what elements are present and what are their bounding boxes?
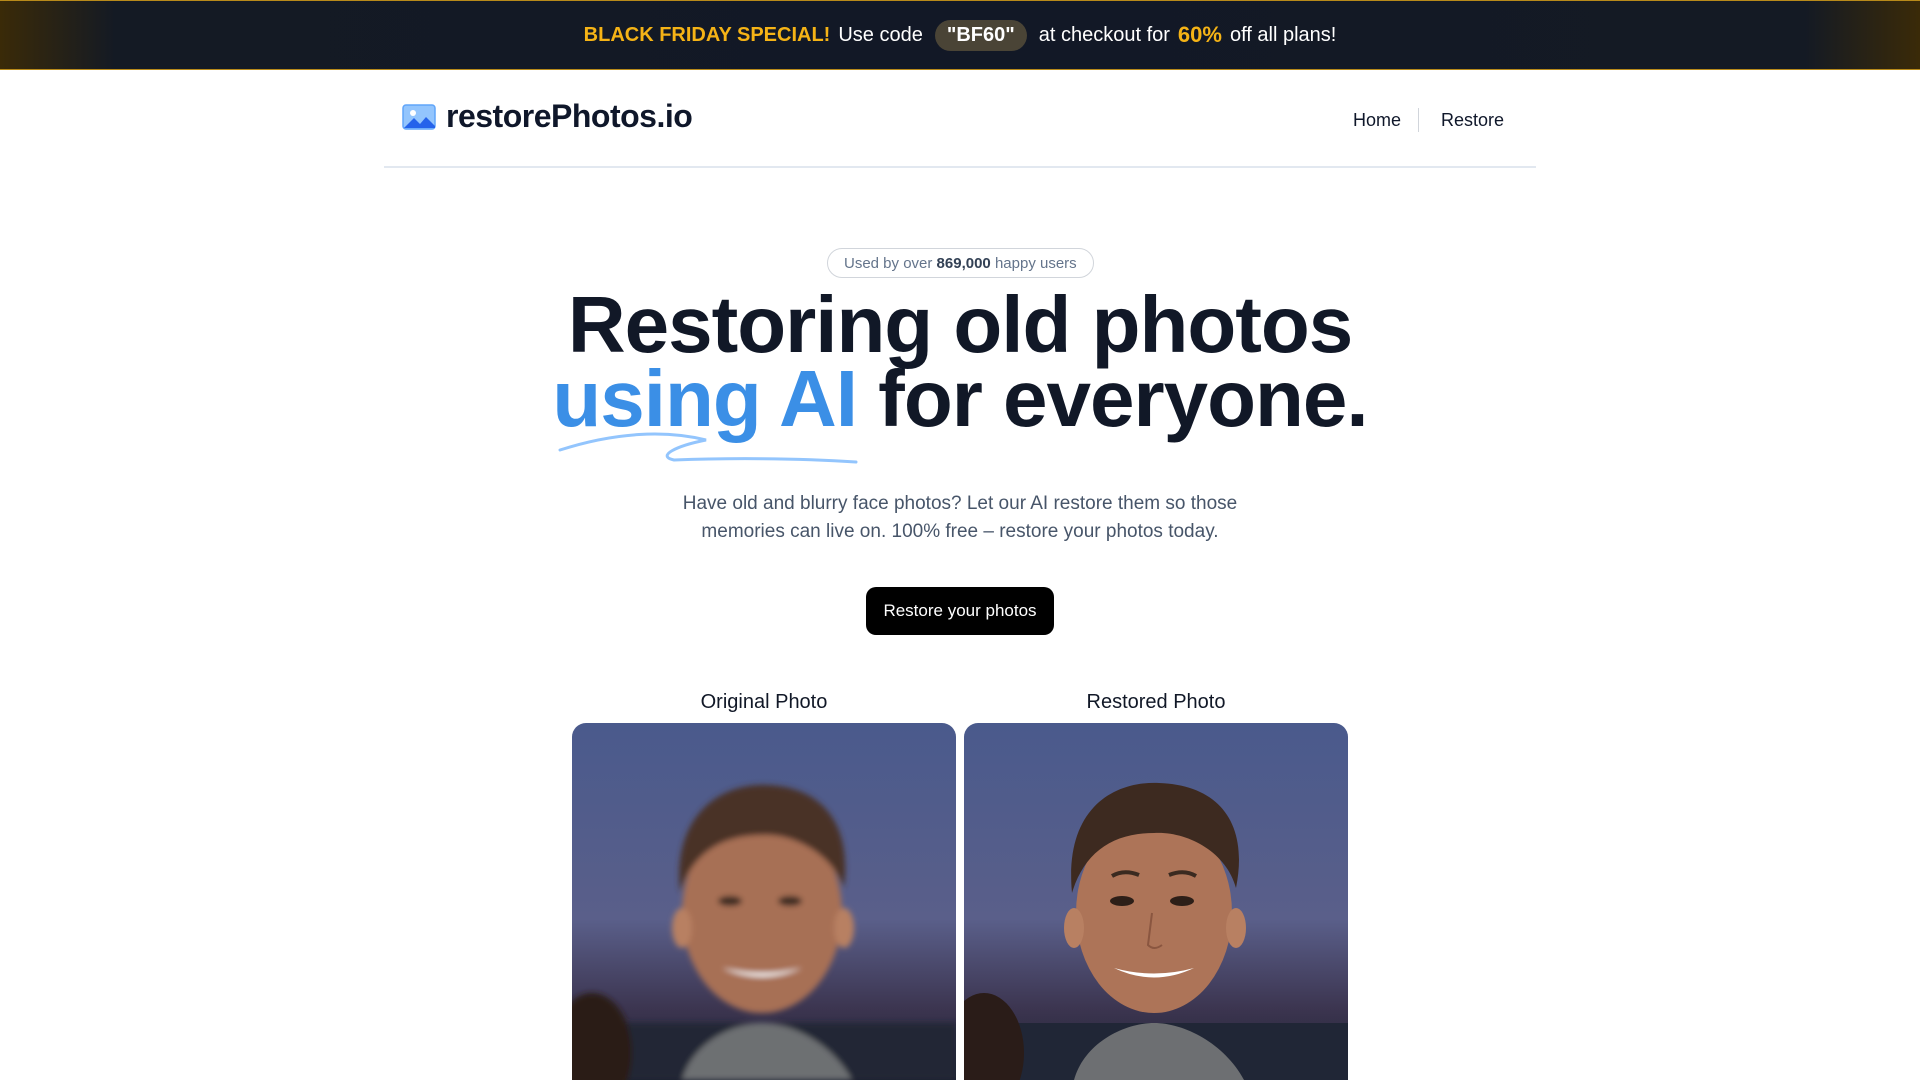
logo-text: restorePhotos.io	[446, 98, 693, 134]
hero-title: Restoring old photos using AI for everyo…	[0, 285, 1920, 439]
hero-title-rest: for everyone.	[856, 354, 1368, 443]
nav-divider	[1417, 108, 1419, 132]
promo-banner: BLACK FRIDAY SPECIAL! Use code "BF60" at…	[0, 0, 1920, 70]
logo-link[interactable]: restorePhotos.io	[402, 98, 693, 135]
promo-highlight: BLACK FRIDAY SPECIAL!	[583, 23, 831, 46]
promo-rest-text: off all plans!	[1229, 23, 1337, 46]
nav-home-link[interactable]: Home	[1353, 110, 1401, 131]
users-badge: Used by over 869,000 happy users	[827, 248, 1094, 278]
hero-subtitle: Have old and blurry face photos? Let our…	[0, 490, 1920, 546]
badge-suffix: happy users	[994, 254, 1077, 272]
restored-photo-label: Restored Photo	[1086, 691, 1226, 713]
main-nav: Home Restore	[1353, 108, 1504, 132]
hero-subtitle-line1: Have old and blurry face photos? Let our…	[682, 493, 1238, 514]
original-photo-label: Original Photo	[700, 691, 828, 713]
promo-checkout-text: at checkout for	[1038, 23, 1170, 46]
hero-subtitle-line2: memories can live on. 100% free – restor…	[701, 521, 1219, 542]
site-header: restorePhotos.io Home Restore	[384, 70, 1536, 168]
promo-code-badge: "BF60"	[934, 19, 1027, 51]
original-photo	[572, 723, 956, 1080]
restore-photos-button[interactable]: Restore your photos	[866, 587, 1054, 635]
promo-use-code-text: Use code	[838, 23, 923, 46]
restored-photo	[964, 723, 1348, 1080]
nav-restore-link[interactable]: Restore	[1441, 110, 1504, 131]
promo-percent: 60%	[1177, 22, 1222, 47]
image-icon	[402, 103, 436, 130]
badge-count: 869,000	[936, 254, 991, 272]
squiggle-underline-icon	[558, 432, 858, 464]
badge-prefix: Used by over	[844, 254, 933, 272]
